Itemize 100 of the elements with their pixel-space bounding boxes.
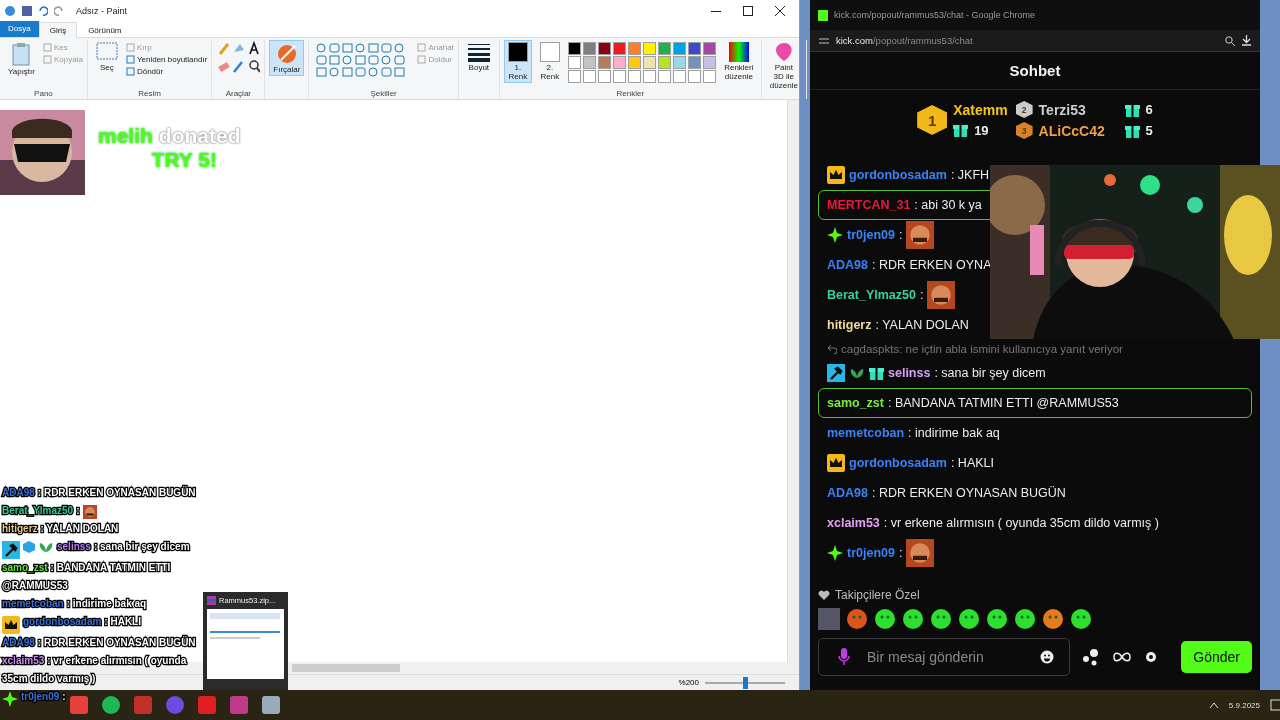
chat-message-text: : RDR ERKEN OYNASAN BUGÜN <box>872 486 1066 500</box>
color-swatch[interactable] <box>672 56 686 69</box>
infinity-icon[interactable] <box>1112 652 1132 662</box>
emote-icon[interactable] <box>1042 608 1064 630</box>
chat-message-text: : abi 30 k ya <box>914 198 982 212</box>
color-slot-button[interactable]: 1. Renk <box>503 40 532 83</box>
chat-message-text: : indirime bak aq <box>908 426 1000 440</box>
image-action-button[interactable]: Yeniden boyutlandır <box>125 55 208 64</box>
color-swatch[interactable] <box>642 56 656 69</box>
rank-badge: 1 <box>917 105 948 135</box>
maximize-icon[interactable] <box>743 6 753 16</box>
ribbon-tab[interactable]: Giriş <box>38 22 78 38</box>
zoom-icon[interactable] <box>1225 35 1235 46</box>
emote-icon[interactable] <box>930 608 952 630</box>
chat-username[interactable]: gordonbosadam <box>849 456 947 470</box>
color-swatch[interactable] <box>687 56 701 69</box>
paint-app-icon <box>4 5 16 17</box>
settings-icon[interactable] <box>1144 650 1158 664</box>
color-swatch[interactable] <box>627 56 641 69</box>
taskbar-app-icon[interactable] <box>166 696 184 714</box>
edit-colors-button[interactable]: Renkleri düzenle <box>720 40 757 83</box>
emote-icon[interactable] <box>1014 608 1036 630</box>
color-swatch[interactable] <box>567 56 581 69</box>
color-swatch[interactable] <box>657 42 671 55</box>
emote-icon[interactable] <box>846 608 868 630</box>
reply-preview: cagdaspkts: ne içtin abla ismini kullanıcıya yanıt veriyor <box>841 343 1123 355</box>
gift-count: 19 <box>974 122 989 138</box>
crown-icon <box>827 166 845 184</box>
rank-badge: 3 <box>1015 122 1033 139</box>
message-input[interactable]: Bir mesaj gönderin <box>818 638 1070 676</box>
paint3d-button[interactable]: Paint 3D ile düzenle <box>765 40 802 92</box>
chat-username[interactable]: memetcoban <box>827 426 905 440</box>
close-icon[interactable] <box>775 6 785 16</box>
chat-username[interactable]: selinss <box>888 366 931 380</box>
brushes-button[interactable]: Fırçalar <box>269 40 305 76</box>
color-swatch[interactable] <box>597 42 611 55</box>
crown-icon <box>827 454 845 472</box>
chat-username[interactable]: hitigerz <box>827 318 872 332</box>
chat-username[interactable]: tr0jen09 <box>847 546 895 560</box>
zoom-level: %200 <box>678 678 699 687</box>
color-swatch[interactable] <box>567 42 581 55</box>
ribbon-tab[interactable]: Görünüm <box>77 22 133 38</box>
sprout-icon <box>849 367 865 379</box>
color-spectrum-icon <box>728 42 749 62</box>
color-swatch[interactable] <box>582 42 596 55</box>
chat-username[interactable]: Berat_Ylmaz50 <box>827 288 916 302</box>
site-settings-icon[interactable] <box>818 35 830 46</box>
color-swatch[interactable] <box>687 42 701 55</box>
chat-username[interactable]: ADA98 <box>827 486 868 500</box>
download-icon[interactable] <box>1241 35 1252 46</box>
chat-message-text: : RDR ERKEN OYNA <box>872 258 992 272</box>
group-label: Pano <box>34 89 53 99</box>
color-swatch[interactable] <box>702 42 716 55</box>
overlay-chat-message: samo_zst : BANDANA TATMIN ETTI @RAMMUS53 <box>2 560 172 595</box>
color-swatch[interactable] <box>627 42 641 55</box>
color-swatch[interactable] <box>657 56 671 69</box>
select-button[interactable]: Seç <box>91 40 122 74</box>
overlay-chat-message: Berat_Ylmaz50 : <box>2 504 80 518</box>
emote-icon[interactable] <box>874 608 896 630</box>
chat-username[interactable]: samo_zst <box>827 396 884 410</box>
chat-message-text: : YALAN DOLAN <box>875 318 969 332</box>
color-swatch[interactable] <box>672 42 686 55</box>
leader-name: Terzi53 <box>1038 101 1087 118</box>
archive-icon <box>207 596 216 605</box>
color-swatch[interactable] <box>702 56 716 69</box>
color-swatch[interactable] <box>612 56 626 69</box>
vertical-scrollbar[interactable] <box>787 100 799 662</box>
overlay-chat-message: xclaim53 : vr erkene alırmısın ( oyunda 35cm dildo varmış ) <box>2 653 189 688</box>
emote-icon[interactable] <box>902 608 924 630</box>
undo-icon[interactable] <box>38 6 48 16</box>
send-button[interactable]: Gönder <box>1181 641 1252 673</box>
dots-icon[interactable] <box>1082 648 1100 666</box>
emote-icon[interactable] <box>1070 608 1092 630</box>
color-swatch[interactable] <box>642 42 656 55</box>
color-swatch[interactable] <box>582 56 596 69</box>
chat-message-text: : <box>919 288 924 302</box>
rank-badge: 2 <box>1015 101 1033 118</box>
size-button[interactable]: Boyut <box>462 40 495 74</box>
paste-button[interactable]: Yapıştır <box>4 40 39 78</box>
color-swatch[interactable] <box>612 42 626 55</box>
chat-username[interactable]: tr0jen09 <box>847 228 895 242</box>
microphone-icon[interactable] <box>838 648 850 666</box>
emote-icon[interactable] <box>986 608 1008 630</box>
color-slot-button[interactable]: 2. Renk <box>535 40 564 83</box>
paint3d-icon <box>773 42 794 62</box>
gift-count: 6 <box>1145 102 1153 117</box>
notification-icon[interactable] <box>1270 699 1280 711</box>
color-swatch[interactable] <box>597 56 611 69</box>
emoji-icon[interactable] <box>1040 650 1054 664</box>
chat-username[interactable]: ADA98 <box>827 258 868 272</box>
chat-username[interactable]: xclaim53 <box>827 516 880 530</box>
emote-icon[interactable] <box>958 608 980 630</box>
image-action-button[interactable]: Döndür <box>125 67 208 76</box>
window-title: Adsız - Paint <box>76 6 129 16</box>
chat-username[interactable]: MERTCAN_31 <box>827 198 911 212</box>
chat-username[interactable]: gordonbosadam <box>849 168 947 182</box>
file-tab[interactable]: Dosya <box>0 21 39 37</box>
redo-icon[interactable] <box>54 6 64 16</box>
scrollbar-thumb[interactable] <box>292 664 400 672</box>
taskbar-app-icon[interactable] <box>102 696 120 714</box>
